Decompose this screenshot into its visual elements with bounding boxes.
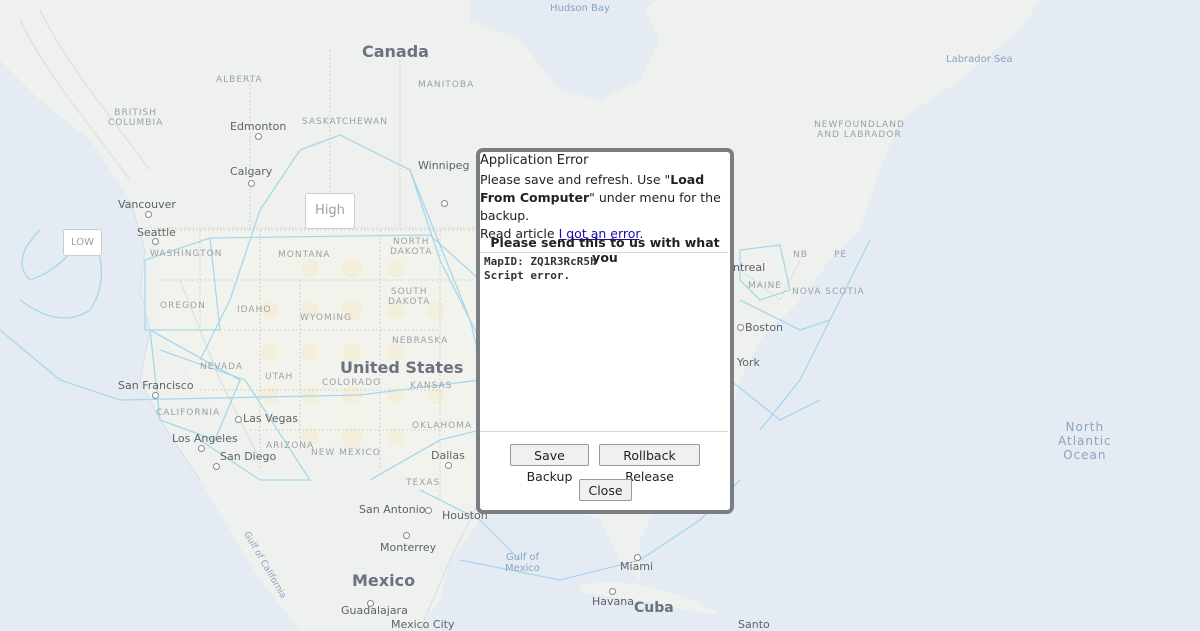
rollback-release-button[interactable]: Rollback Release — [599, 444, 700, 484]
city-dot-vancouver — [145, 211, 152, 218]
city-dot-havana — [609, 588, 616, 595]
city-dot-calgary — [248, 180, 255, 187]
city-dot-dallas — [445, 462, 452, 469]
city-dot-miami — [634, 554, 641, 561]
dialog-message: Please save and refresh. Use "Load From … — [480, 171, 728, 243]
city-dot-guadalajara — [367, 600, 374, 607]
city-dot-edmonton — [255, 133, 262, 140]
dialog-title: Application Error — [480, 153, 589, 168]
application-error-dialog: Application Error Please save and refres… — [476, 148, 734, 514]
city-dot-san-diego — [213, 463, 220, 470]
high-pressure-marker[interactable]: High — [305, 193, 355, 229]
city-dot-seattle — [152, 238, 159, 245]
error-log-textarea[interactable]: MapID: ZQ1R3RcR5h Script error. — [480, 252, 728, 432]
city-dot-los-angeles — [198, 445, 205, 452]
dialog-message-part1: Please save and refresh. Use " — [480, 172, 671, 187]
save-backup-button[interactable]: Save Backup — [510, 444, 589, 484]
city-dot-boston — [737, 324, 744, 331]
city-dot-san-antonio — [425, 507, 432, 514]
city-dot-san-francisco — [152, 392, 159, 399]
city-dot-monterrey — [403, 532, 410, 539]
city-dot-las-vegas — [235, 416, 242, 423]
city-dot-winnipeg — [441, 200, 448, 207]
low-pressure-marker[interactable]: LOW — [63, 229, 102, 256]
close-button[interactable]: Close — [579, 479, 632, 501]
